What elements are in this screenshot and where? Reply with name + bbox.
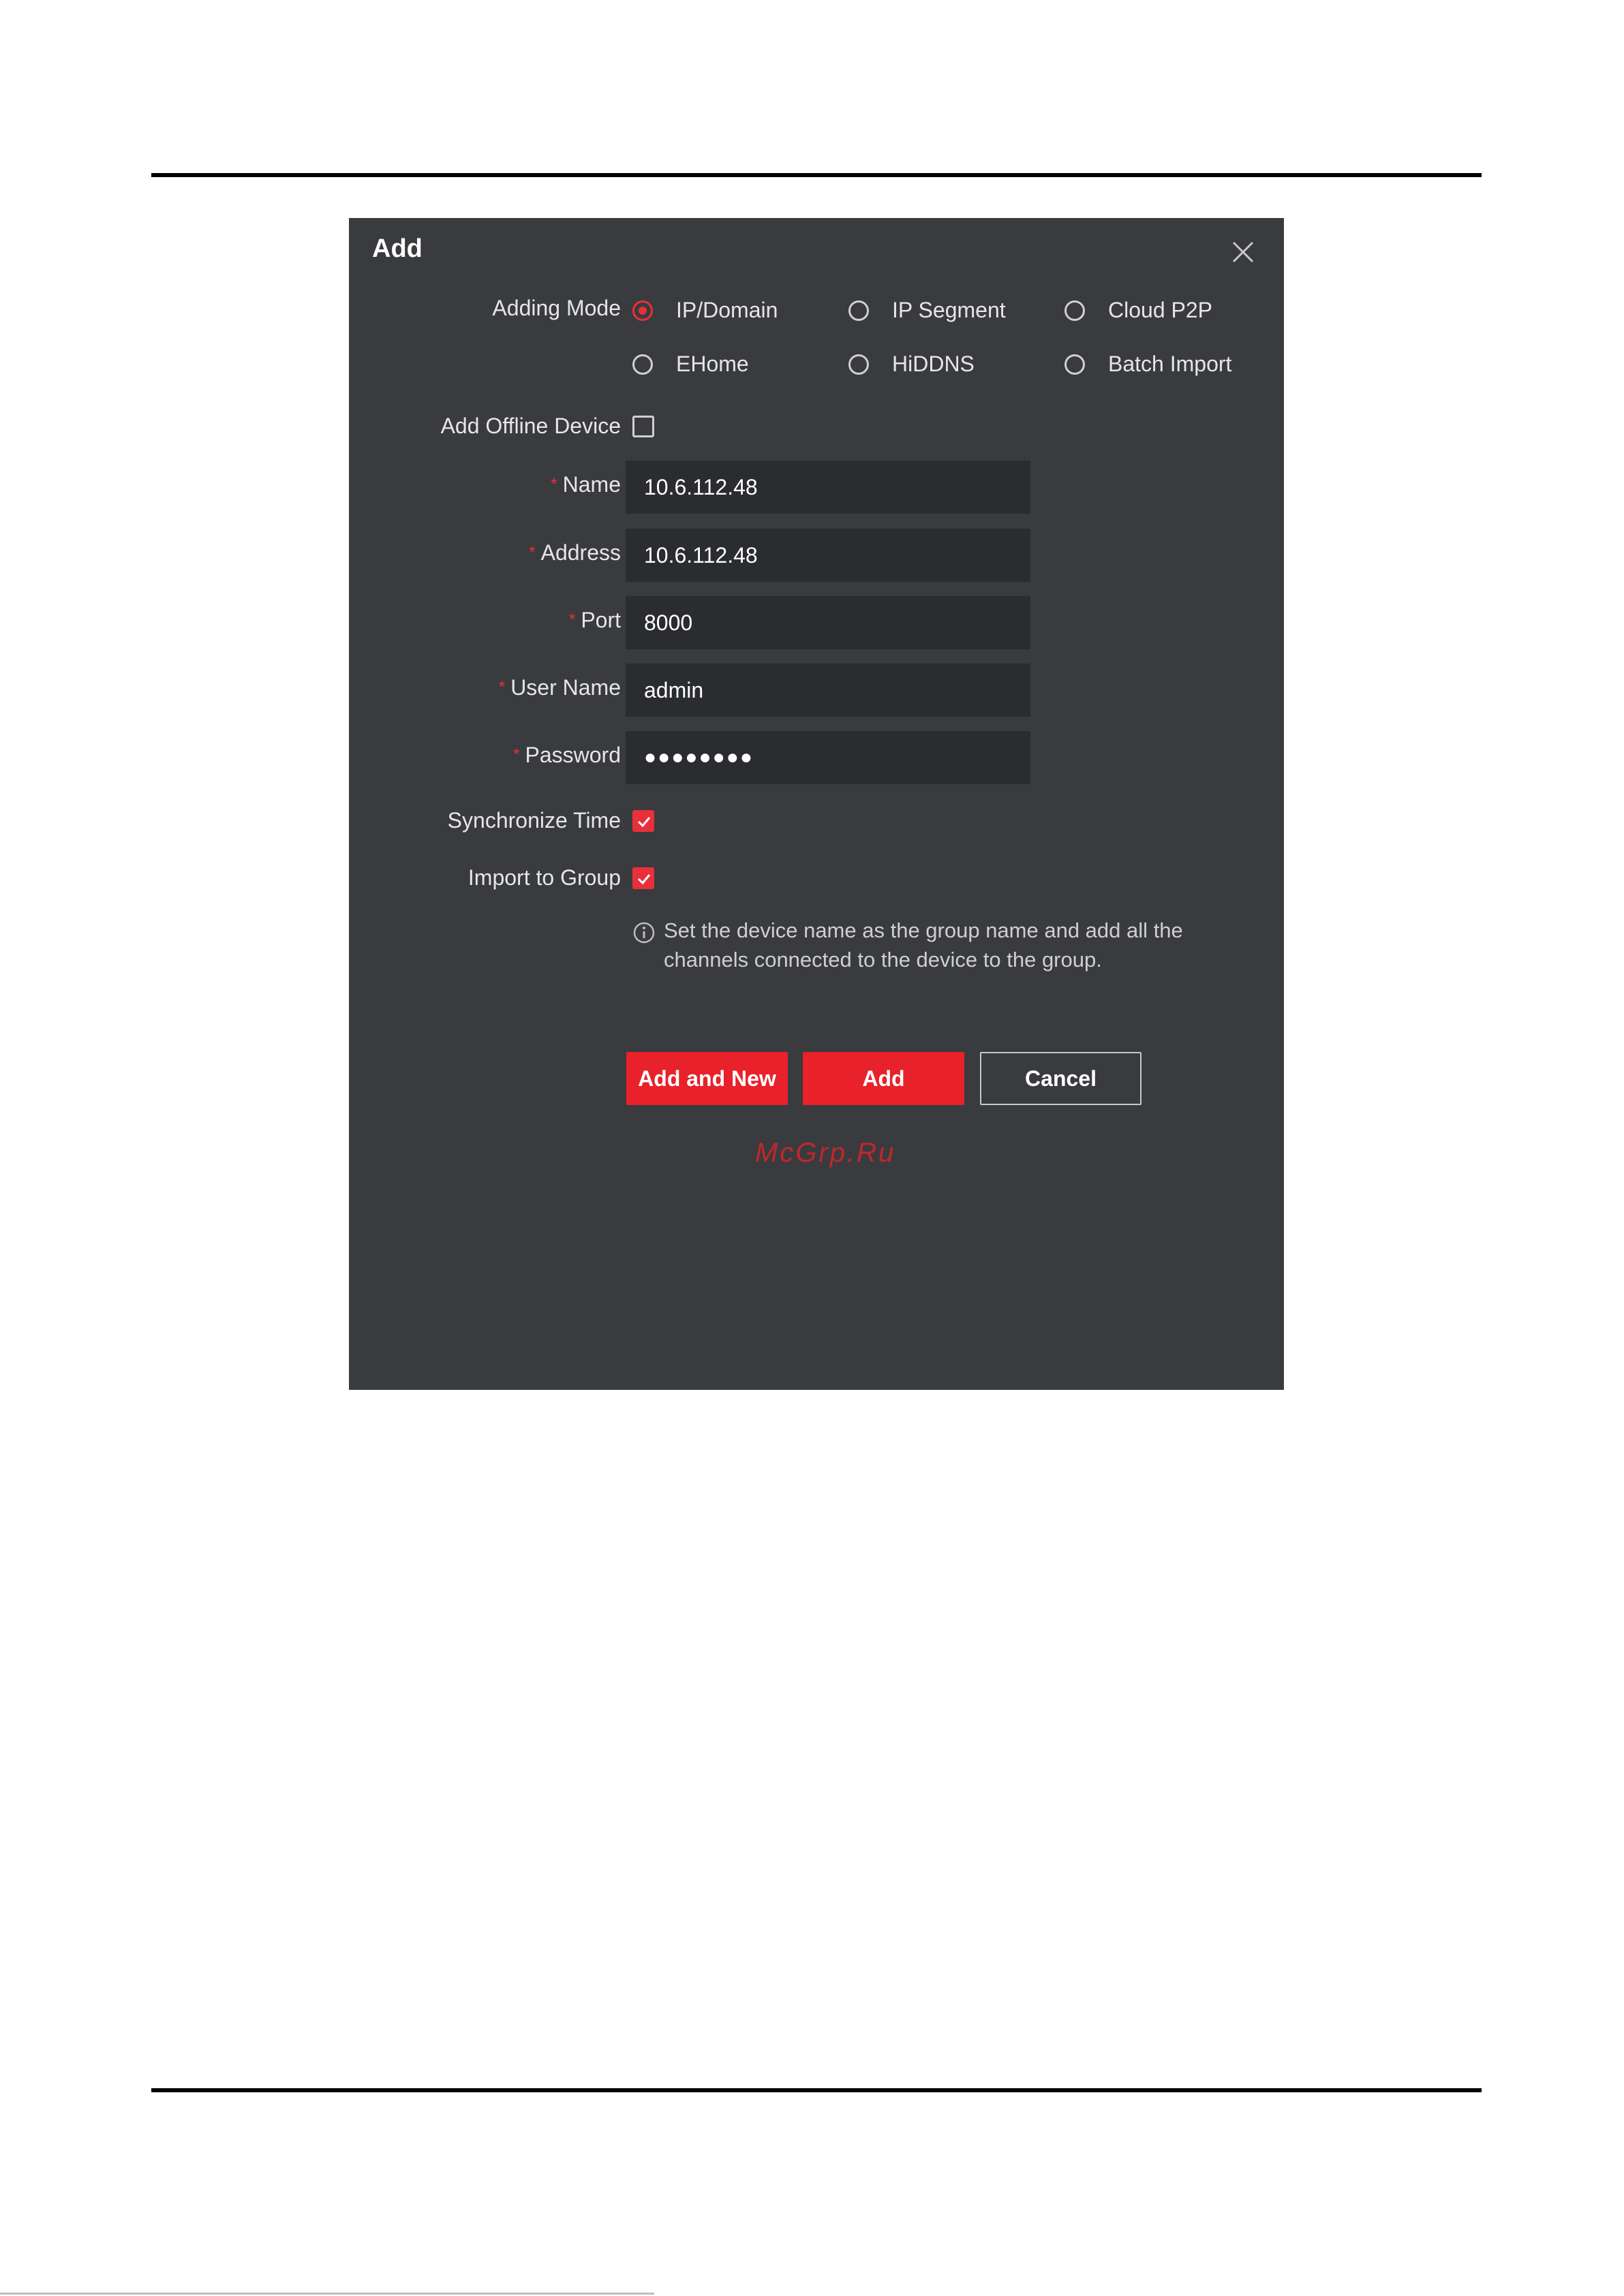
radio-label: IP Segment [892,298,1006,322]
import-to-group-checkbox[interactable] [632,867,654,889]
radio-unselected-icon [848,354,869,375]
radio-ip-segment[interactable]: IP Segment [848,298,1006,323]
checkmark-icon [637,817,651,828]
page-top-rule [151,173,1482,177]
password-label: * Password [513,743,621,767]
radio-ehome[interactable]: EHome [632,352,749,377]
radio-batch-import[interactable]: Batch Import [1064,352,1231,377]
synchronize-time-label: Synchronize Time [447,808,621,833]
required-marker: * [513,745,520,764]
required-marker: * [551,475,557,493]
user-name-label: * User Name [498,675,621,700]
cancel-button[interactable]: Cancel [980,1052,1142,1105]
page-bottom-rule [151,2088,1482,2092]
synchronize-time-checkbox[interactable] [632,810,654,832]
add-offline-device-label: Add Offline Device [440,414,621,438]
radio-label: Batch Import [1108,352,1232,376]
import-group-hint: Set the device name as the group name an… [632,916,1219,974]
radio-cloud-p2p[interactable]: Cloud P2P [1064,298,1212,323]
watermark: McGrp.Ru [755,1138,896,1168]
radio-label: HiDDNS [892,352,975,376]
name-input[interactable] [626,461,1030,514]
radio-unselected-icon [848,300,869,321]
radio-ip-domain[interactable]: IP/Domain [632,298,778,323]
add-button[interactable]: Add [803,1052,964,1105]
address-input[interactable] [626,529,1030,582]
import-to-group-label: Import to Group [468,865,621,890]
radio-hiddns[interactable]: HiDDNS [848,352,975,377]
adding-mode-label: Adding Mode [492,296,621,320]
radio-unselected-icon [1064,354,1085,375]
radio-selected-icon [632,300,653,321]
name-label: * Name [551,472,621,497]
required-marker: * [498,678,506,696]
required-marker: * [568,610,576,629]
radio-unselected-icon [632,354,653,375]
radio-label: EHome [676,352,749,376]
add-and-new-button[interactable]: Add and New [626,1052,788,1105]
page-footer-strip [0,2293,654,2295]
add-device-dialog: Add Adding Mode IP/Domain IP Segment Clo… [349,218,1284,1390]
port-label: * Port [568,608,621,632]
checkmark-icon [637,874,651,885]
info-icon [633,922,655,944]
password-input[interactable] [626,731,1030,784]
add-offline-device-checkbox[interactable] [632,416,654,437]
required-marker: * [529,543,536,561]
dialog-title: Add [372,234,423,263]
address-label: * Address [529,540,621,565]
radio-unselected-icon [1064,300,1085,321]
user-name-input[interactable] [626,664,1030,717]
radio-label: IP/Domain [676,298,778,322]
close-icon[interactable] [1229,238,1257,266]
port-input[interactable] [626,596,1030,649]
hint-text: Set the device name as the group name an… [664,918,1183,972]
radio-label: Cloud P2P [1108,298,1212,322]
